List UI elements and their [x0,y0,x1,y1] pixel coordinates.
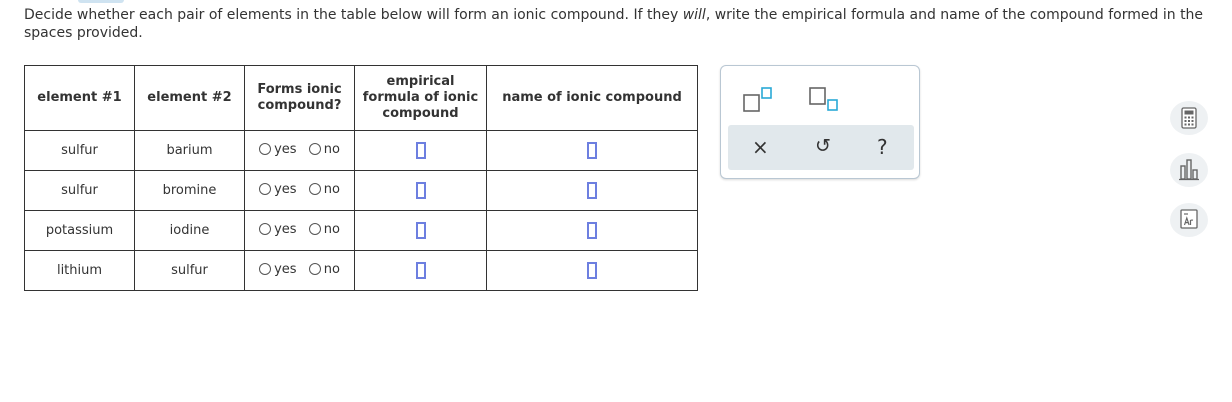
formula-input[interactable] [415,222,426,239]
no-radio-option[interactable]: no [308,261,340,277]
question-prompt: Decide whether each pair of elements in … [24,6,1224,42]
yes-label: yes [274,181,297,197]
table-row: sulfur barium yes no [24,130,698,171]
element-1-cell: sulfur [24,130,135,171]
periodic-table-button[interactable] [1170,203,1208,237]
table-row: sulfur bromine yes no [24,170,698,211]
formula-cell [354,130,487,171]
yes-label: yes [274,221,297,237]
yes-label: yes [274,261,297,277]
yes-radio[interactable] [259,223,272,236]
forms-ionic-cell: yes no [244,170,355,211]
yes-label: yes [274,141,297,157]
superscript-box-icon[interactable] [743,86,775,118]
formula-input[interactable] [415,182,426,199]
data-chart-button[interactable] [1170,153,1208,187]
forms-ionic-cell: yes no [244,250,355,291]
palette-action-bar: × ↺ ? [728,125,914,170]
forms-ionic-cell: yes no [244,210,355,251]
element-1-cell: lithium [24,250,135,291]
element-1-cell: potassium [24,210,135,251]
formula-input[interactable] [415,142,426,159]
yes-radio[interactable] [259,263,272,276]
no-radio[interactable] [308,183,321,196]
top-tab-indicator [78,0,124,3]
undo-icon[interactable]: ↺ [815,135,831,157]
formula-input[interactable] [415,262,426,279]
periodic-table-icon [1180,209,1198,229]
subscript-box-icon[interactable] [809,86,841,118]
yes-radio-option[interactable]: yes [259,141,297,157]
palette-format-row [721,78,919,118]
element-2-cell: barium [134,130,245,171]
no-radio[interactable] [308,223,321,236]
compound-name-input[interactable] [587,142,597,159]
header-forms-ionic-text: Forms ionic compound? [257,82,342,113]
no-radio-option[interactable]: no [308,141,340,157]
ionic-compound-table: element #1 element #2 Forms ionic compou… [24,65,698,291]
no-radio-option[interactable]: no [308,221,340,237]
help-icon[interactable]: ? [877,135,888,159]
yes-radio[interactable] [259,143,272,156]
yes-radio-option[interactable]: yes [259,181,297,197]
formula-palette: × ↺ ? [720,65,920,179]
yes-radio-option[interactable]: yes [259,261,297,277]
compound-name-input[interactable] [587,182,597,199]
formula-cell [354,170,487,211]
table-row: lithium sulfur yes no [24,250,698,291]
element-2-cell: bromine [134,170,245,211]
header-empirical-formula-text: empirical formula of ionic compound [362,74,479,121]
no-label: no [323,141,340,157]
yes-radio[interactable] [259,183,272,196]
header-element-2: element #2 [134,65,245,131]
no-label: no [323,181,340,197]
table-row: potassium iodine yes no [24,210,698,251]
header-element-1: element #1 [24,65,135,131]
no-radio[interactable] [308,143,321,156]
compound-name-input[interactable] [587,262,597,279]
prompt-emphasis: will [682,7,706,23]
calculator-icon [1181,107,1197,129]
element-2-cell: iodine [134,210,245,251]
forms-ionic-cell: yes no [244,130,355,171]
no-radio-option[interactable]: no [308,181,340,197]
calculator-button[interactable] [1170,101,1208,135]
header-compound-name: name of ionic compound [486,65,698,131]
header-forms-ionic: Forms ionic compound? [244,65,355,131]
prompt-text-1: Decide whether each pair of elements in … [24,7,683,23]
header-empirical-formula: empirical formula of ionic compound [354,65,487,131]
compound-name-input[interactable] [587,222,597,239]
element-1-cell: sulfur [24,170,135,211]
formula-cell [354,210,487,251]
data-chart-icon [1179,159,1199,181]
formula-cell [354,250,487,291]
name-cell [486,210,698,251]
name-cell [486,250,698,291]
table-header-row: element #1 element #2 Forms ionic compou… [24,65,698,131]
name-cell [486,170,698,211]
element-2-cell: sulfur [134,250,245,291]
no-radio[interactable] [308,263,321,276]
clear-icon[interactable]: × [752,135,769,159]
yes-radio-option[interactable]: yes [259,221,297,237]
no-label: no [323,221,340,237]
name-cell [486,130,698,171]
no-label: no [323,261,340,277]
